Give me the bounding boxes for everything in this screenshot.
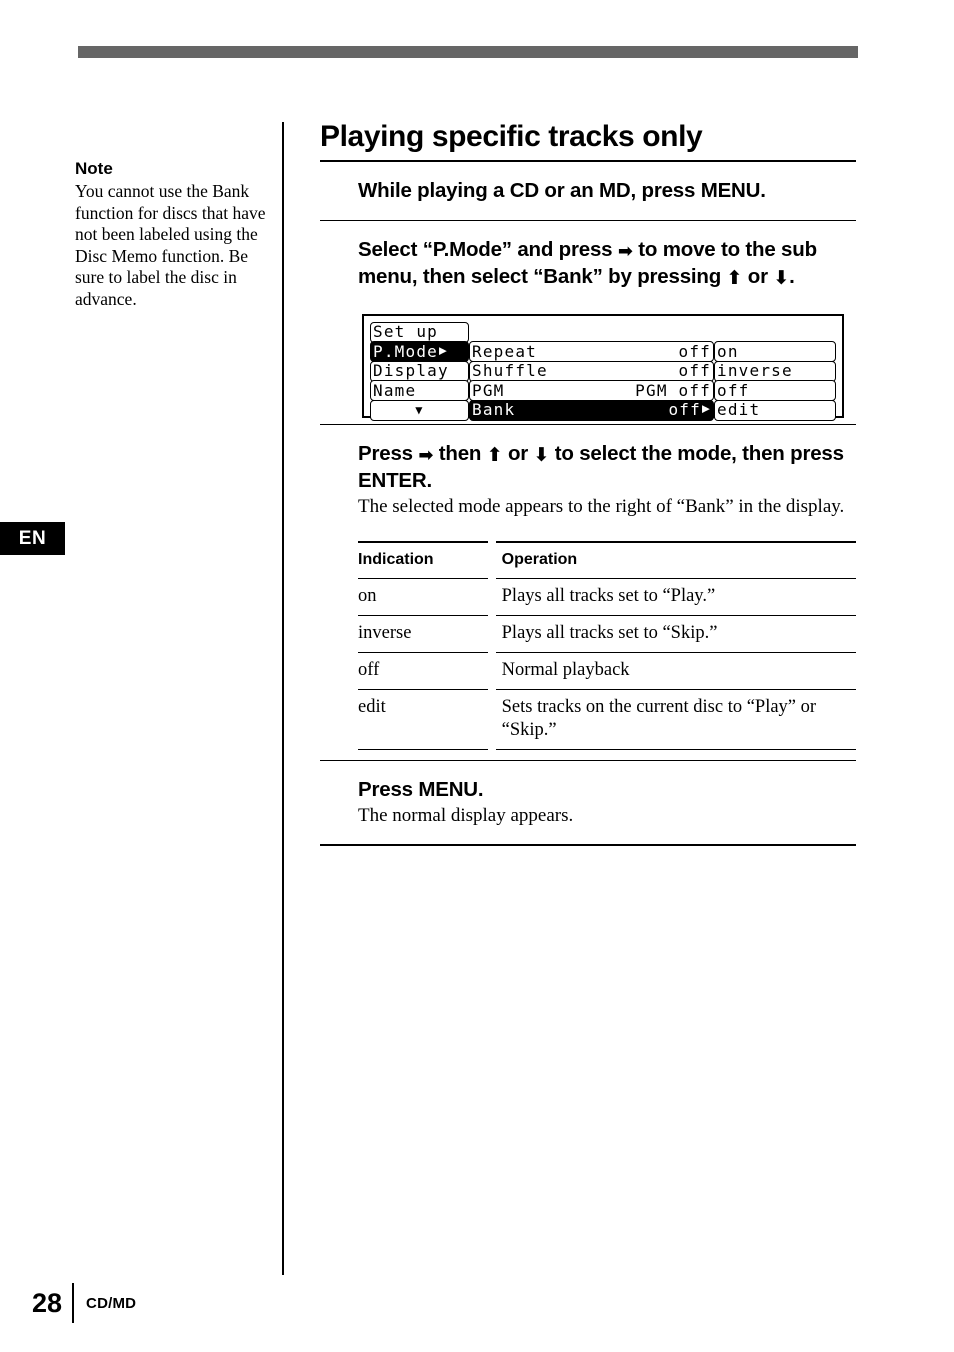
lcd-item-label: P.Mode xyxy=(373,341,438,361)
table-gap xyxy=(488,653,496,690)
lcd-item-pmode: P.Mode ▶ xyxy=(370,341,469,363)
step-2: Select “P.Mode” and press ➡ to move to t… xyxy=(320,221,856,306)
lcd-item-value: PGM off xyxy=(635,380,711,400)
lcd-item-value: off xyxy=(678,361,711,381)
page-title: Playing specific tracks only xyxy=(320,120,703,153)
arrow-down-icon: ⬇ xyxy=(533,444,550,467)
lcd-item-shuffle: Shuffle off xyxy=(469,360,714,382)
lcd-option-inverse: inverse xyxy=(714,360,836,382)
step-4: Press MENU. The normal display appears. xyxy=(320,761,856,844)
lcd-item-label: PGM xyxy=(472,380,505,400)
footer-divider xyxy=(72,1283,75,1323)
mode-reference-table: Indication Operation on Plays all tracks… xyxy=(358,541,856,751)
table-cell-operation: Plays all tracks set to “Play.” xyxy=(495,578,856,617)
note-body: You cannot use the Bank function for dis… xyxy=(75,181,266,309)
lcd-item-label: Name xyxy=(373,380,417,400)
table-cell-indication: on xyxy=(358,578,488,617)
table-gap xyxy=(488,542,496,579)
arrow-down-icon: ⬇ xyxy=(773,266,790,289)
step-3-body: The selected mode appears to the right o… xyxy=(358,496,845,518)
page-footer: 28 CD/MD xyxy=(32,1283,136,1323)
table-cell-indication: off xyxy=(358,652,488,691)
lcd-item-label: Shuffle xyxy=(472,361,548,381)
step-3-text-part3: or xyxy=(502,442,534,466)
lcd-item-value: off xyxy=(678,341,711,361)
table-header-indication: Indication xyxy=(358,541,488,580)
footer-section-label: CD/MD xyxy=(86,1294,137,1312)
table-cell-operation: Normal playback xyxy=(495,652,856,691)
note-title: Note xyxy=(75,159,113,178)
step-2-text-part3: or xyxy=(742,264,774,288)
step-3-heading: Press ➡ then ⬆ or ⬇ to select the mode, … xyxy=(358,441,856,494)
table-row: off Normal playback xyxy=(358,652,856,691)
step-1-heading: While playing a CD or an MD, press MENU. xyxy=(358,178,766,202)
arrow-up-icon: ⬆ xyxy=(486,444,503,467)
language-tab-en: EN xyxy=(0,522,65,555)
lcd-item-label: Repeat xyxy=(472,341,537,361)
lcd-option-label: edit xyxy=(717,400,761,420)
step-3-text-part1: Press xyxy=(358,442,419,466)
step-2-text-part1: Select “P.Mode” and press xyxy=(358,237,618,261)
lcd-option-label: off xyxy=(717,380,750,400)
lcd-item-label: Bank xyxy=(472,400,516,420)
lcd-option-edit: edit xyxy=(714,399,836,421)
lcd-item-setup: Set up xyxy=(370,321,469,343)
lcd-item-scroll-down: ▼ xyxy=(370,399,469,421)
triangle-down-icon: ▼ xyxy=(415,403,424,418)
table-row: inverse Plays all tracks set to “Skip.” xyxy=(358,615,856,654)
table-header-row: Indication Operation xyxy=(358,541,856,580)
lcd-left-menu: Set up P.Mode ▶ Display Name ▼ xyxy=(370,321,469,421)
table-cell-indication: edit xyxy=(358,689,488,751)
table-gap xyxy=(488,616,496,653)
arrow-right-icon: ➡ xyxy=(418,445,434,467)
step-3-text-part2: then xyxy=(433,442,487,466)
table-cell-operation: Sets tracks on the current disc to “Play… xyxy=(495,689,856,751)
lcd-item-label: Display xyxy=(373,361,449,381)
language-tab-label: EN xyxy=(18,527,47,549)
main-content: Playing specific tracks only While playi… xyxy=(320,118,856,846)
step-1: While playing a CD or an MD, press MENU. xyxy=(320,162,856,220)
step-3: Press ➡ then ⬆ or ⬇ to select the mode, … xyxy=(320,425,856,535)
header-gray-bar xyxy=(78,46,858,58)
table-cell-operation: Plays all tracks set to “Skip.” xyxy=(495,615,856,654)
table-gap xyxy=(488,690,496,750)
step-4-body: The normal display appears. xyxy=(358,805,574,827)
step-2-heading: Select “P.Mode” and press ➡ to move to t… xyxy=(358,237,856,290)
lcd-item-bank: Bank off ▶ xyxy=(469,399,714,421)
lcd-sub-menu: Repeat off Shuffle off PGM PGM off Bank … xyxy=(469,321,714,421)
manual-page: Note You cannot use the Bank function fo… xyxy=(0,0,954,1352)
page-number: 28 xyxy=(32,1288,63,1318)
table-header-operation: Operation xyxy=(495,541,856,580)
lcd-option-list: on inverse off edit xyxy=(714,321,836,421)
step-4-rule xyxy=(320,844,856,846)
arrow-up-icon: ⬆ xyxy=(726,266,743,289)
lcd-options-spacer xyxy=(714,321,836,343)
table-row: edit Sets tracks on the current disc to … xyxy=(358,689,856,751)
lcd-item-value: off xyxy=(668,400,701,420)
lcd-option-label: on xyxy=(717,341,739,361)
lcd-item-pgm: PGM PGM off xyxy=(469,380,714,402)
arrow-right-icon: ➡ xyxy=(617,240,633,262)
lcd-option-on: on xyxy=(714,341,836,363)
column-divider xyxy=(282,122,284,1275)
caret-right-icon: ▶ xyxy=(701,401,711,417)
mode-reference-table-wrapper: Indication Operation on Plays all tracks… xyxy=(320,535,856,760)
note-block: Note You cannot use the Bank function fo… xyxy=(75,158,267,310)
lcd-item-repeat: Repeat off xyxy=(469,341,714,363)
table-gap xyxy=(488,579,496,616)
lcd-display-diagram: Set up P.Mode ▶ Display Name ▼ Repeat of… xyxy=(362,313,844,421)
lcd-option-off: off xyxy=(714,380,836,402)
lcd-item-display: Display xyxy=(370,360,469,382)
lcd-item-label: Set up xyxy=(373,322,438,342)
table-row: on Plays all tracks set to “Play.” xyxy=(358,578,856,617)
step-4-heading: Press MENU. xyxy=(358,778,484,802)
table-cell-indication: inverse xyxy=(358,615,488,654)
lcd-submenu-spacer xyxy=(469,321,714,343)
lcd-item-name: Name xyxy=(370,380,469,402)
caret-right-icon: ▶ xyxy=(439,343,449,359)
step-2-text-part4: . xyxy=(789,264,795,288)
lcd-option-label: inverse xyxy=(717,361,793,381)
lcd-diagram-wrapper: Set up P.Mode ▶ Display Name ▼ Repeat of… xyxy=(320,306,856,424)
